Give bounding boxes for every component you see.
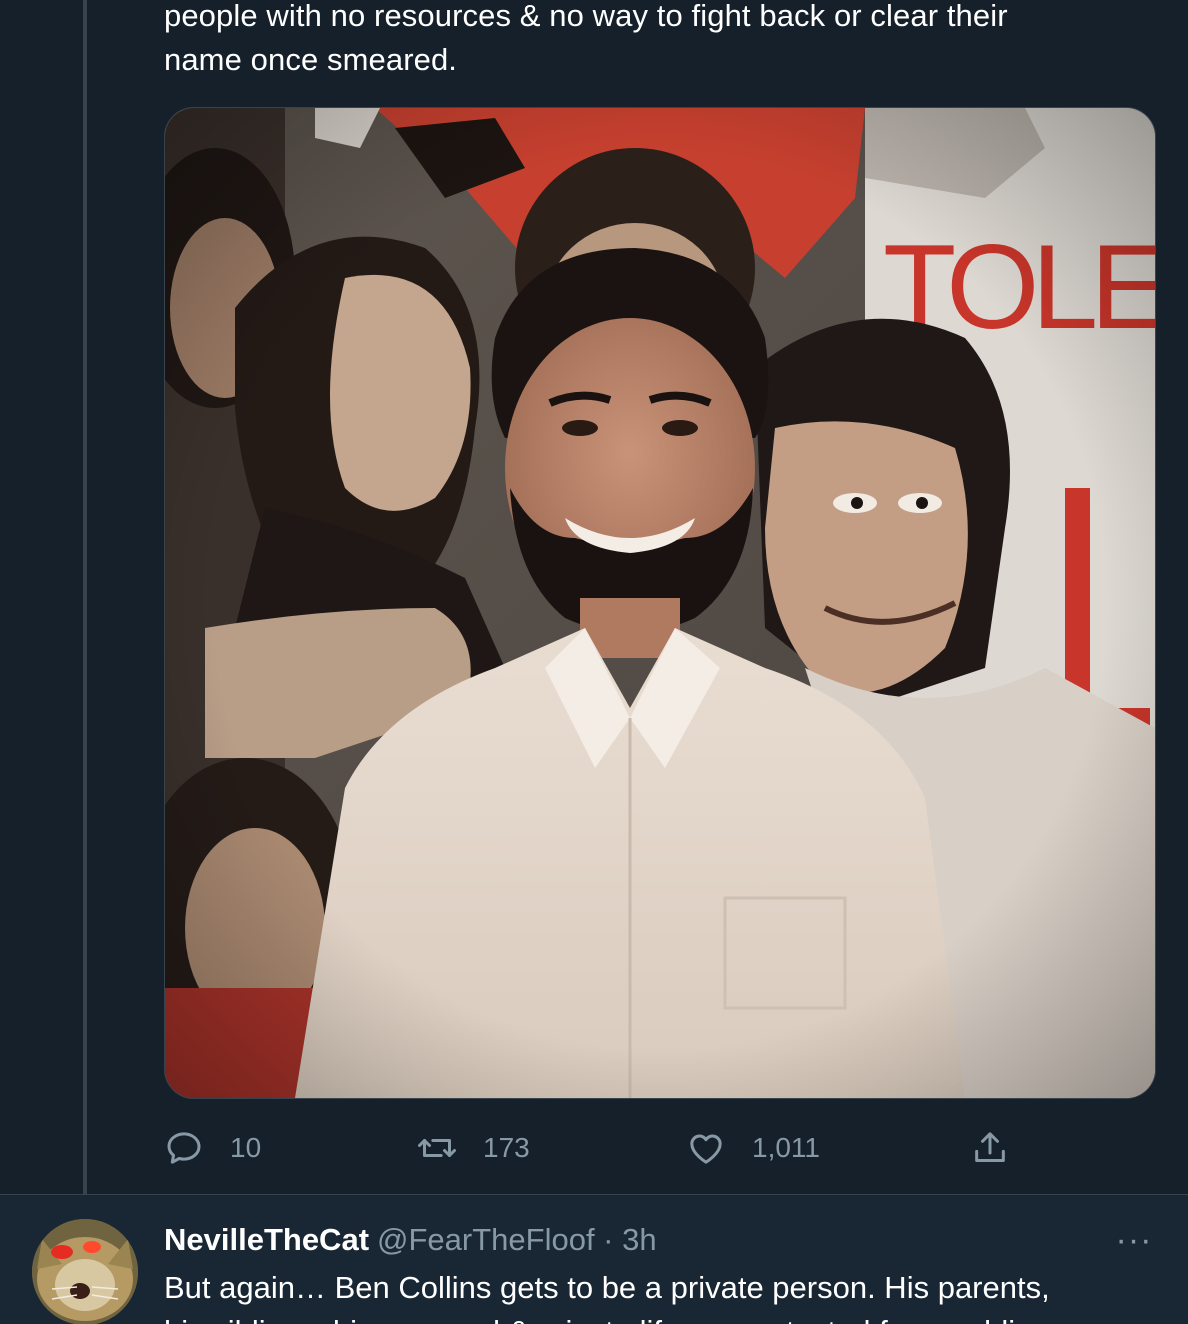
more-options-button[interactable]: ··· (1112, 1221, 1156, 1259)
timeline: people with no resources & no way to fig… (0, 0, 1188, 1324)
tweet-text-line: name once smeared. (164, 42, 458, 77)
reply-display-name[interactable]: NevilleTheCat (164, 1222, 369, 1258)
like-count: 1,011 (752, 1132, 820, 1163)
share-icon (975, 1132, 1005, 1162)
share-button[interactable] (970, 1120, 1010, 1176)
cat-avatar-image (32, 1219, 138, 1324)
tweet-actions-bar: 10 173 1,011 (164, 1120, 1064, 1176)
like-button[interactable]: 1,011 (686, 1120, 820, 1176)
reply-text-line: But again… Ben Collins gets to be a priv… (164, 1270, 1050, 1305)
reply-handle-and-time[interactable]: @FearTheFloof · 3h (377, 1222, 657, 1258)
retweet-icon (418, 1139, 456, 1157)
thread-connector-line (83, 0, 87, 1212)
avatar[interactable] (32, 1219, 138, 1324)
tweet-text-line: people with no resources & no way to fig… (164, 0, 1008, 33)
retweet-count: 173 (483, 1132, 530, 1163)
reply-text: But again… Ben Collins gets to be a priv… (164, 1266, 1164, 1324)
reply-button[interactable]: 10 (164, 1120, 261, 1176)
photo-image: TOLE (165, 108, 1155, 1098)
retweet-button[interactable]: 173 (417, 1120, 530, 1176)
reply-text-line: his siblings, his personal & private lif… (164, 1310, 1164, 1324)
reply-count: 10 (230, 1132, 262, 1163)
reply-icon (167, 1132, 201, 1164)
tweet-text: people with no resources & no way to fig… (164, 0, 1154, 82)
heart-icon (690, 1134, 722, 1164)
reply-header: NevilleTheCat @FearTheFloof · 3h (164, 1218, 657, 1262)
tweet-photo[interactable]: TOLE (164, 107, 1156, 1099)
